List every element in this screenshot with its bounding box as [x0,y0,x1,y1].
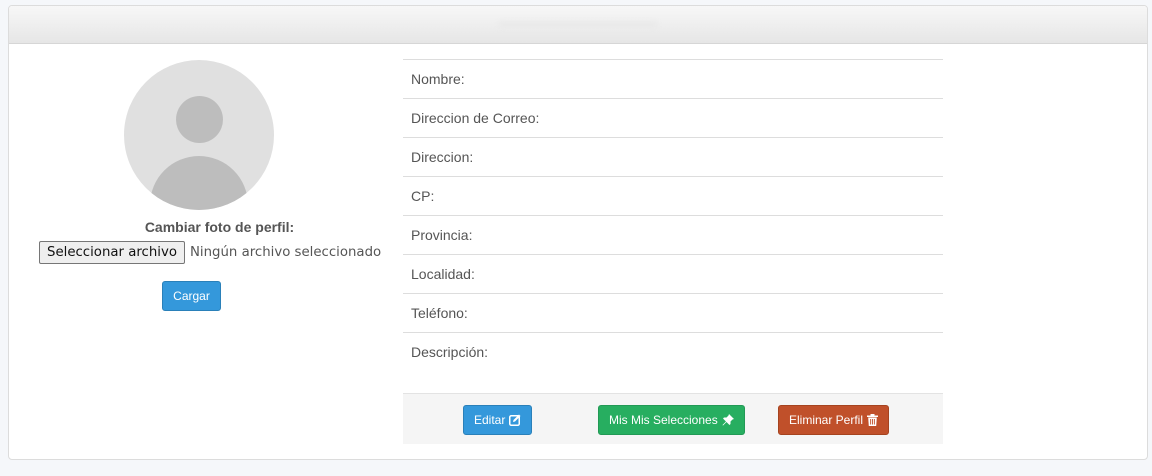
edit-icon [509,414,521,426]
trash-icon [867,414,879,426]
upload-button[interactable]: Cargar [162,281,221,311]
field-address: Direccion: [403,137,943,176]
avatar-head [176,96,223,143]
field-postal-code: CP: [403,176,943,215]
profile-panel: Cambiar foto de perfil: Seleccionar arch… [8,5,1148,460]
avatar [124,60,274,210]
my-selections-button[interactable]: Mis Mis Selecciones [598,405,745,435]
field-email: Direccion de Correo: [403,98,943,137]
panel-title-placeholder [498,20,658,29]
delete-profile-button[interactable]: Eliminar Perfil [778,405,890,435]
avatar-body [150,156,248,210]
file-input[interactable]: Seleccionar archivo Ningún archivo selec… [39,241,381,264]
profile-details-section: Nombre: Direccion de Correo: Direccion: … [403,44,943,459]
profile-photo-section: Cambiar foto de perfil: Seleccionar arch… [9,44,401,459]
file-status-text: Ningún archivo seleccionado [189,245,382,260]
edit-button-label: Editar [474,413,506,427]
change-photo-label: Cambiar foto de perfil: [144,219,295,235]
action-bar: Editar Mis Mis Selecciones Eliminar Perf… [403,393,943,444]
field-province: Provincia: [403,215,943,254]
delete-profile-label: Eliminar Perfil [789,413,864,427]
edit-button[interactable]: Editar [463,405,533,435]
pin-icon [722,414,734,426]
panel-heading [9,6,1147,44]
field-phone: Teléfono: [403,293,943,332]
choose-file-button[interactable]: Seleccionar archivo [39,241,185,264]
field-name: Nombre: [403,59,943,98]
profile-field-list: Nombre: Direccion de Correo: Direccion: … [403,59,943,393]
my-selections-label: Mis Mis Selecciones [609,413,718,427]
field-locality: Localidad: [403,254,943,293]
field-description: Descripción: [403,332,943,393]
